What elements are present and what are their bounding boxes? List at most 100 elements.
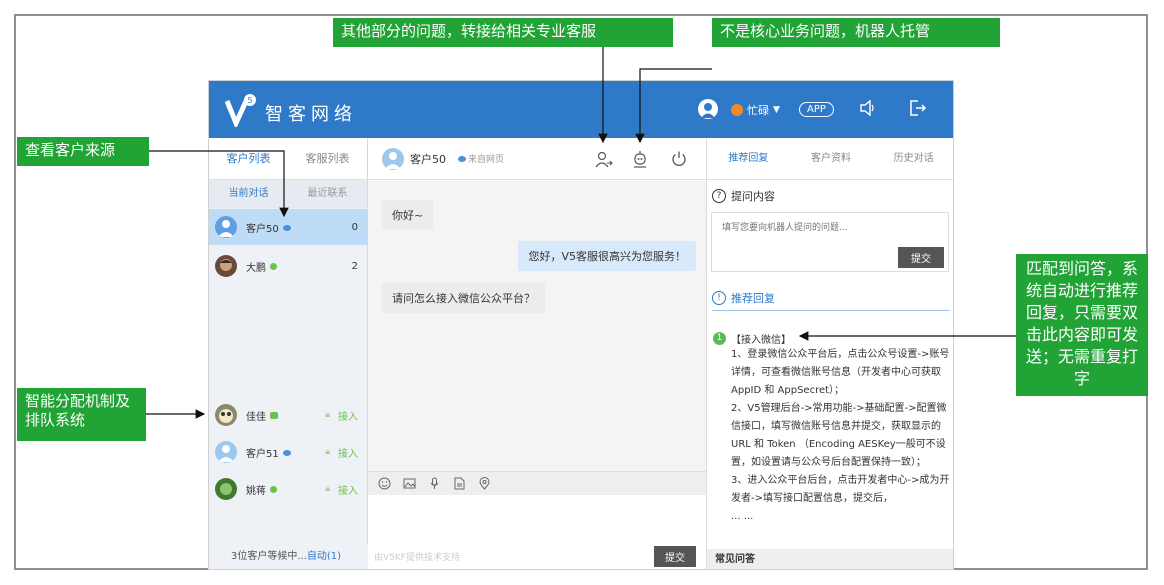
recommend-section-title: ! 推荐回复 xyxy=(712,290,950,311)
ask-section-title: ? 提问内容 xyxy=(712,188,775,204)
recommended-answer[interactable]: 1 【接入微信】 1、登录微信公众平台后，点击公众号设置->账号详情，可查看微信… xyxy=(713,331,951,526)
tab-history[interactable]: 历史对话 xyxy=(872,138,953,179)
location-icon[interactable] xyxy=(478,477,491,490)
emoji-icon[interactable] xyxy=(378,477,391,490)
subtab-recent-contacts[interactable]: 最近联系 xyxy=(288,180,367,208)
avatar xyxy=(382,147,404,170)
answer-header: 1 【接入微信】 xyxy=(713,331,951,346)
answer-number-badge: 1 xyxy=(713,332,726,345)
left-subtabs: 当前对话 最近联系 xyxy=(209,180,367,208)
tab-customer-profile[interactable]: 客户资料 xyxy=(790,138,873,179)
info-icon: ! xyxy=(712,291,726,305)
queue-item[interactable]: 佳佳 🔒︎ 接入 xyxy=(209,397,368,433)
ask-submit-button[interactable]: 提交 xyxy=(898,247,944,268)
waiting-count-text: 3位客户等候中... xyxy=(231,551,307,562)
avatar xyxy=(215,404,237,426)
unread-count: 0 xyxy=(351,221,358,233)
online-status-icon xyxy=(270,485,277,493)
answer-title: 【接入微信】 xyxy=(731,335,791,346)
image-icon[interactable] xyxy=(403,477,416,490)
queue-item[interactable]: 姚蒋 🔒︎ 接入 xyxy=(209,471,368,507)
callout-dispatch: 智能分配机制及排队系统 xyxy=(17,388,146,441)
faq-tab[interactable]: 常见问答 xyxy=(707,549,953,569)
chat-customer-name: 客户50 xyxy=(410,152,446,166)
subtab-current-chats[interactable]: 当前对话 xyxy=(209,180,288,208)
avatar xyxy=(215,255,237,277)
sound-icon[interactable] xyxy=(859,99,877,117)
input-toolbar xyxy=(368,471,706,495)
lock-icon: 🔒︎ xyxy=(325,484,330,494)
app-header: 5 智客网络 忙碌 ▼ APP xyxy=(209,81,953,138)
avatar xyxy=(215,478,237,500)
right-tabs: 推荐回复 客户资料 历史对话 xyxy=(707,138,953,180)
customer-service-app: 5 智客网络 忙碌 ▼ APP 客户列表 客服列表 当前对话 最近联系 客户50… xyxy=(208,80,954,570)
question-icon: ? xyxy=(712,189,726,203)
accept-button[interactable]: 🔒︎ 接入 xyxy=(325,408,358,423)
customer-message: 你好~ xyxy=(382,200,434,230)
callout-robot: 不是核心业务问题，机器人托管 xyxy=(712,18,1000,47)
chat-item[interactable]: 客户50 0 xyxy=(209,209,368,245)
answer-line: 3、进入公众平台后台，点击开发者中心->成为开发者->填写接口配置信息，提交后， xyxy=(731,475,950,504)
customer-source: 来自网页 xyxy=(458,152,504,165)
chat-item[interactable]: 大鹏 2 xyxy=(209,248,368,284)
answer-line: 2、V5管理后台->常用功能->基础配置->配置微信接口，填写微信账号信息并提交… xyxy=(731,403,947,468)
chat-panel: 客户50 来自网页 你好~ 您好，V5客服很高兴为您服务！ 请问怎么接入微信公众… xyxy=(368,138,706,569)
lock-icon: 🔒︎ xyxy=(325,410,330,420)
weibo-icon xyxy=(458,156,466,162)
robot-icon[interactable] xyxy=(631,150,649,168)
wechat-icon xyxy=(270,411,278,419)
end-session-icon[interactable] xyxy=(670,150,688,168)
recommend-title: 推荐回复 xyxy=(731,292,775,305)
status-label: 忙碌 xyxy=(747,104,769,117)
avatar xyxy=(215,216,237,238)
callout-match: 匹配到问答，系统自动进行推荐回复，只需要双击此内容即可发送；无需重复打字 xyxy=(1016,254,1148,396)
accept-button[interactable]: 🔒︎ 接入 xyxy=(325,482,358,497)
agent-message: 您好，V5客服很高兴为您服务！ xyxy=(518,241,696,271)
left-tabs: 客户列表 客服列表 xyxy=(209,138,367,180)
logo-badge: 5 xyxy=(247,96,252,105)
queue-item-name: 姚蒋 xyxy=(246,485,266,497)
v5-logo-icon: 5 xyxy=(225,94,256,127)
agent-status-dropdown[interactable]: 忙碌 ▼ xyxy=(731,102,780,118)
exit-icon[interactable] xyxy=(909,99,927,117)
lock-icon: 🔒︎ xyxy=(325,447,330,457)
transfer-icon[interactable] xyxy=(595,150,613,168)
microphone-icon[interactable] xyxy=(428,477,441,490)
customer-message: 请问怎么接入微信公众平台？ xyxy=(382,283,545,313)
accept-label: 接入 xyxy=(338,448,358,460)
tab-recommended-reply[interactable]: 推荐回复 xyxy=(707,138,790,179)
auto-dispatch-link[interactable]: 自动(1) xyxy=(307,551,341,562)
weibo-icon xyxy=(282,449,291,456)
chat-item-name: 客户50 xyxy=(246,223,279,235)
assist-panel: 推荐回复 客户资料 历史对话 ? 提问内容 提交 ! 推荐回复 1 【接入微信】… xyxy=(706,138,953,569)
callout-source: 查看客户来源 xyxy=(17,137,149,166)
customer-list-panel: 客户列表 客服列表 当前对话 最近联系 客户50 0 大鹏 2 佳佳 🔒︎ 接入… xyxy=(209,138,368,569)
weibo-icon xyxy=(282,224,291,231)
callout-transfer: 其他部分的问题，转接给相关专业客服 xyxy=(333,18,673,47)
accept-label: 接入 xyxy=(338,485,358,497)
ask-box: 提交 xyxy=(711,212,949,272)
message-input[interactable]: 由V5KF提供技术支持 提交 xyxy=(368,495,706,569)
app-button[interactable]: APP xyxy=(799,102,834,117)
accept-button[interactable]: 🔒︎ 接入 xyxy=(325,445,358,460)
answer-line: 1、登录微信公众平台后，点击公众号设置->账号详情，可查看微信账号信息（开发者中… xyxy=(731,349,950,396)
message-area: 你好~ 您好，V5客服很高兴为您服务！ 请问怎么接入微信公众平台？ xyxy=(368,181,706,471)
answer-line: ... ... xyxy=(731,511,754,522)
tab-customer-list[interactable]: 客户列表 xyxy=(209,138,288,179)
chat-item-name: 大鹏 xyxy=(246,262,266,274)
accept-label: 接入 xyxy=(338,411,358,423)
queue-status-bar: 3位客户等候中...自动(1) xyxy=(209,543,368,569)
agent-avatar[interactable] xyxy=(698,99,718,119)
tab-agent-list[interactable]: 客服列表 xyxy=(288,138,367,179)
queue-item-name: 客户51 xyxy=(246,448,279,460)
chat-header: 客户50 来自网页 xyxy=(368,138,706,180)
ask-title: 提问内容 xyxy=(731,190,775,203)
online-status-icon xyxy=(270,262,277,270)
unread-count: 2 xyxy=(351,260,358,272)
busy-status-icon xyxy=(731,104,743,116)
send-button[interactable]: 提交 xyxy=(654,546,696,567)
queue-item[interactable]: 客户51 🔒︎ 接入 xyxy=(209,434,368,470)
file-icon[interactable] xyxy=(453,477,466,490)
queue-item-name: 佳佳 xyxy=(246,411,266,423)
powered-by-text: 由V5KF提供技术支持 xyxy=(374,553,460,563)
